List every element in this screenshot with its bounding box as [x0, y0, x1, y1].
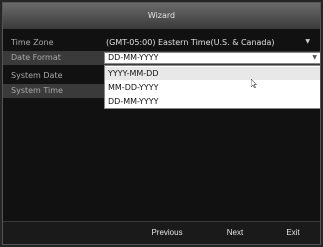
date-format-dropdown: YYYY-MM-DD MM-DD-YYYY DD-MM-YYYY — [104, 65, 320, 109]
wizard-footer: Previous Next Exit — [3, 221, 320, 244]
system-date-label: System Date — [11, 71, 63, 80]
wizard-window: Wizard Time Zone (GMT-05:00) Eastern Tim… — [2, 2, 321, 245]
date-format-row: Date Format DD-MM-YYYY ▼ — [3, 51, 320, 65]
exit-button[interactable]: Exit — [278, 226, 308, 240]
system-time-label: System Time — [11, 86, 63, 95]
date-format-option[interactable]: MM-DD-YYYY — [105, 81, 320, 94]
chevron-down-icon[interactable]: ▼ — [305, 38, 310, 45]
chevron-down-icon: ▼ — [312, 54, 317, 61]
date-format-label: Date Format — [11, 53, 61, 62]
window-title: Wizard — [3, 3, 320, 29]
previous-button[interactable]: Previous — [141, 226, 193, 240]
time-zone-row: Time Zone (GMT-05:00) Eastern Time(U.S. … — [3, 36, 320, 50]
time-zone-label: Time Zone — [11, 38, 54, 47]
mouse-cursor-icon — [251, 79, 257, 88]
date-format-option[interactable]: YYYY-MM-DD — [105, 67, 320, 80]
date-format-option[interactable]: DD-MM-YYYY — [105, 95, 320, 108]
date-format-select[interactable]: DD-MM-YYYY ▼ — [104, 52, 320, 64]
next-button[interactable]: Next — [215, 226, 255, 240]
date-format-selected: DD-MM-YYYY — [108, 53, 159, 62]
time-zone-value[interactable]: (GMT-05:00) Eastern Time(U.S. & Canada) — [106, 37, 275, 49]
